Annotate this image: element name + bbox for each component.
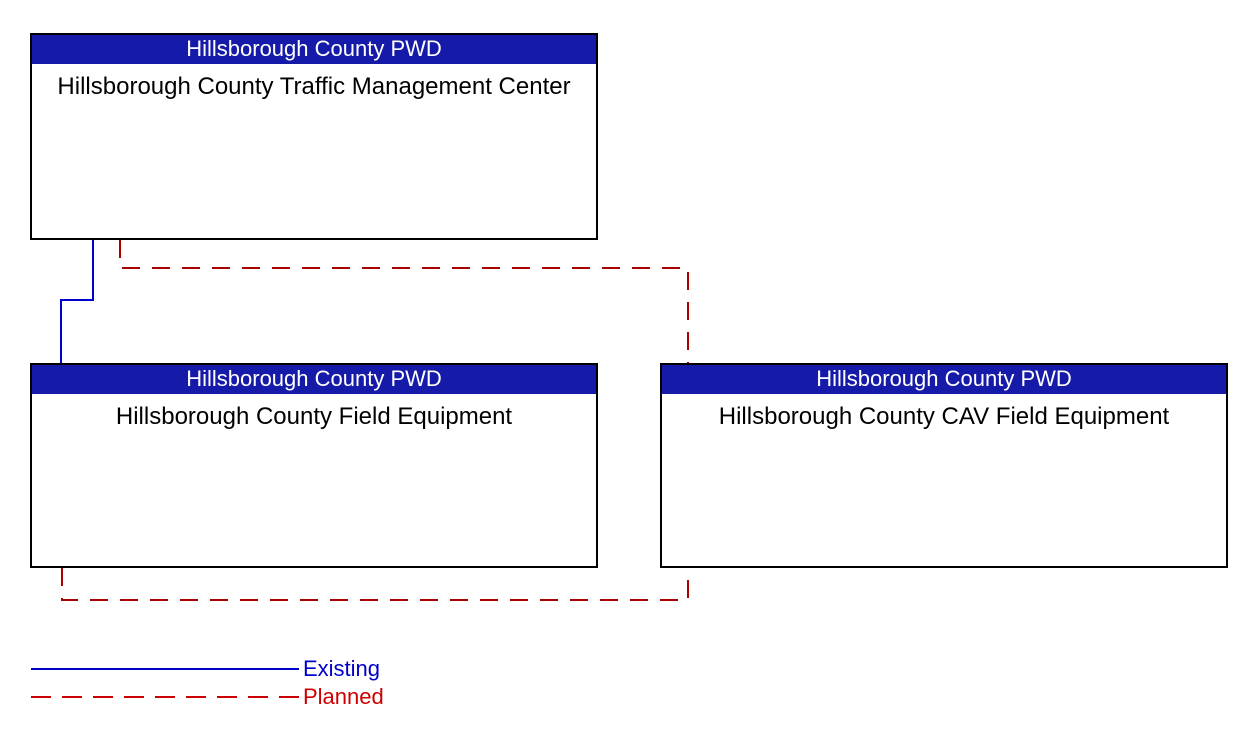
node-header-stakeholder: Hillsborough County PWD xyxy=(662,365,1226,394)
node-header-stakeholder: Hillsborough County PWD xyxy=(32,365,596,394)
node-title: Hillsborough County Field Equipment xyxy=(115,403,513,430)
legend-item-existing: Existing xyxy=(28,655,428,683)
node-title: Hillsborough County Traffic Management C… xyxy=(57,73,571,100)
interconnect-diagram-canvas: Hillsborough County PWD Hillsborough Cou… xyxy=(0,0,1252,746)
legend-label-existing: Existing xyxy=(303,656,381,681)
node-field-equipment[interactable]: Hillsborough County PWD Hillsborough Cou… xyxy=(30,363,598,568)
flow-line-field-to-cav-field xyxy=(61,568,689,601)
legend-item-planned: Planned xyxy=(28,683,428,711)
node-header-stakeholder: Hillsborough County PWD xyxy=(32,35,596,64)
node-title: Hillsborough County CAV Field Equipment xyxy=(718,403,1170,430)
node-cav-field-equipment[interactable]: Hillsborough County PWD Hillsborough Cou… xyxy=(660,363,1228,568)
legend: Existing Planned xyxy=(28,655,428,717)
legend-swatch-planned xyxy=(31,683,299,711)
node-traffic-management-center[interactable]: Hillsborough County PWD Hillsborough Cou… xyxy=(30,33,598,240)
flow-line-tmc-to-cav-field xyxy=(119,240,689,363)
legend-swatch-existing xyxy=(31,655,299,683)
flow-line-tmc-to-field xyxy=(60,240,94,363)
legend-label-planned: Planned xyxy=(303,684,384,709)
